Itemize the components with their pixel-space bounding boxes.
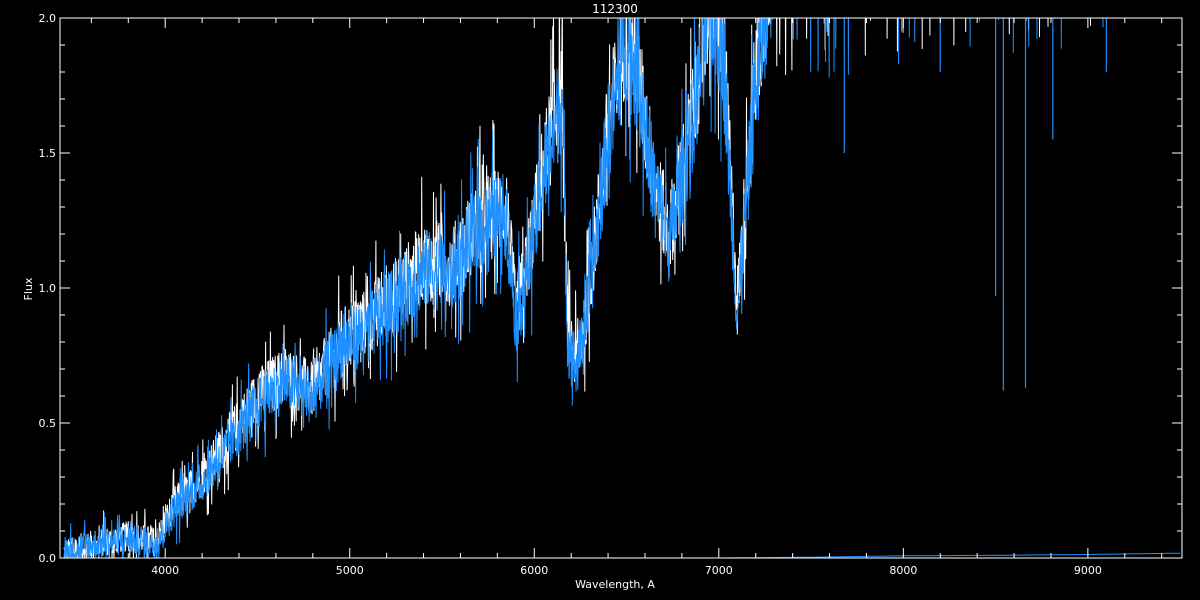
chart-title: 112300	[592, 2, 638, 16]
x-tick-label: 8000	[889, 564, 917, 577]
y-tick-label: 1.5	[39, 147, 57, 160]
spectrum-chart: 112300 4000 5000 6000 7000 8000 9000 0.0 0.5 1.0…	[0, 0, 1200, 600]
x-tick-label: 4000	[151, 564, 179, 577]
y-axis-label: Flux	[22, 277, 35, 300]
x-axis-label: Wavelength, A	[575, 578, 655, 591]
x-tick-label: 9000	[1074, 564, 1102, 577]
y-tick-label: 2.0	[39, 12, 57, 25]
x-tick-label: 5000	[336, 564, 364, 577]
y-tick-label: 1.0	[39, 282, 57, 295]
y-tick-label: 0.5	[39, 417, 57, 430]
x-tick-label: 7000	[705, 564, 733, 577]
y-tick-label: 0.0	[39, 552, 57, 565]
x-tick-label: 6000	[520, 564, 548, 577]
